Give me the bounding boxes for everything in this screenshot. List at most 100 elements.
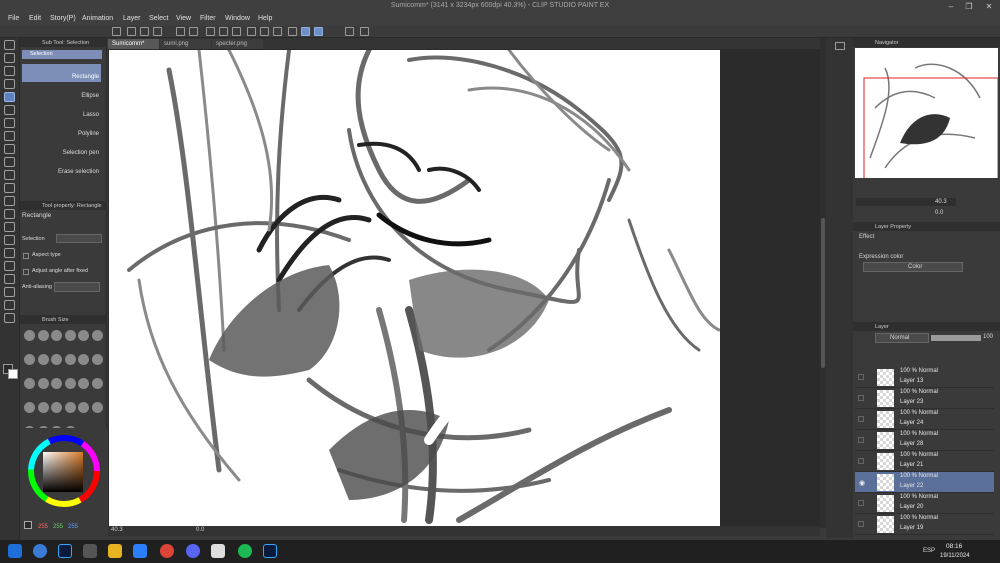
current-color-swatch[interactable]	[24, 521, 32, 529]
fill-icon[interactable]	[273, 27, 282, 36]
subtool-polyline[interactable]: Polyline	[22, 121, 101, 139]
deselect-icon[interactable]	[247, 27, 256, 36]
brush-size-300[interactable]	[51, 402, 62, 413]
transform-icon[interactable]	[219, 27, 228, 36]
ruler-tool-icon[interactable]	[4, 274, 15, 284]
search-icon[interactable]	[33, 544, 47, 558]
selection-mode-buttons[interactable]	[56, 234, 102, 243]
store-icon[interactable]	[133, 544, 147, 558]
subtool-ellipse[interactable]: Ellipse	[22, 83, 101, 101]
menu-layer[interactable]: Layer	[123, 15, 141, 22]
chrome-icon[interactable]	[160, 544, 174, 558]
layer-row[interactable]: 100 % Normal Layer 13	[855, 367, 994, 388]
sub-color-swatch[interactable]	[8, 369, 18, 379]
brush-size-30[interactable]	[51, 354, 62, 365]
menu-window[interactable]: Window	[225, 15, 250, 22]
text-tool-icon[interactable]	[4, 287, 15, 297]
brush-size-15[interactable]	[78, 330, 89, 341]
brush-size-7[interactable]	[24, 330, 35, 341]
minimize-button[interactable]: –	[944, 1, 958, 12]
visibility-toggle[interactable]	[858, 374, 864, 380]
layer-row[interactable]: ◉ 100 % Normal Layer 22	[855, 472, 994, 493]
redo-icon[interactable]	[189, 27, 198, 36]
subtool-lasso[interactable]: Lasso	[22, 102, 101, 120]
close-button[interactable]: ✕	[982, 1, 996, 12]
open-file-icon[interactable]	[140, 27, 149, 36]
brush-size-60[interactable]	[91, 354, 103, 365]
menu-edit[interactable]: Edit	[29, 15, 41, 22]
pen-tool-icon[interactable]	[4, 131, 15, 141]
visibility-toggle[interactable]	[858, 521, 864, 527]
menu-animation[interactable]: Animation	[82, 15, 113, 22]
menu-select[interactable]: Select	[149, 15, 168, 22]
restore-button[interactable]: ❐	[962, 1, 976, 12]
rotation-value[interactable]: 0.0	[196, 527, 204, 533]
tab-sumi[interactable]: sumi.png	[160, 39, 211, 49]
windows-start-icon[interactable]	[8, 544, 22, 558]
invert-selection-icon[interactable]	[260, 27, 269, 36]
brush-size-80[interactable]	[37, 378, 49, 389]
brush-size-40[interactable]	[64, 354, 76, 365]
canvas-area[interactable]	[108, 49, 820, 526]
tab-specter[interactable]: specter.png	[212, 39, 263, 49]
visibility-toggle[interactable]	[858, 416, 864, 422]
snap-ruler-icon[interactable]	[301, 27, 310, 36]
clip-studio-icon[interactable]	[211, 544, 225, 558]
balloon-tool-icon[interactable]	[4, 300, 15, 310]
zoom-tool-icon[interactable]	[4, 40, 15, 50]
discord-icon[interactable]	[186, 544, 200, 558]
eraser-tool-icon[interactable]	[4, 196, 15, 206]
undo-icon[interactable]	[176, 27, 185, 36]
layer-row[interactable]: 100 % Normal Layer 21	[855, 451, 994, 472]
adjust-angle-checkbox[interactable]	[23, 269, 29, 275]
layer-row[interactable]: 100 % Normal Layer 23	[855, 388, 994, 409]
clipboard-icon[interactable]	[345, 27, 354, 36]
brush-size-10[interactable]	[51, 330, 62, 341]
expression-color-select[interactable]: Color	[863, 262, 963, 272]
tab-sumicomm[interactable]: Sumicomm*	[108, 39, 159, 49]
rotate-tool-icon[interactable]	[4, 66, 15, 76]
airbrush-tool-icon[interactable]	[4, 170, 15, 180]
aspect-type-checkbox[interactable]	[23, 253, 29, 259]
settings-icon[interactable]	[360, 27, 369, 36]
clock-time[interactable]: 08:16	[946, 543, 962, 550]
navigator-thumbnail[interactable]	[855, 48, 999, 181]
brush-size-50[interactable]	[78, 354, 89, 365]
photoshop-icon-2[interactable]	[263, 544, 277, 558]
brush-tool-icon[interactable]	[4, 157, 15, 167]
gradient-tool-icon[interactable]	[4, 235, 15, 245]
figure-tool-icon[interactable]	[4, 248, 15, 258]
pencil-tool-icon[interactable]	[4, 144, 15, 154]
clear-icon[interactable]	[206, 27, 215, 36]
hand-tool-icon[interactable]	[4, 53, 15, 63]
eyedropper-tool-icon[interactable]	[4, 118, 15, 128]
brush-size-17[interactable]	[91, 330, 103, 341]
frame-tool-icon[interactable]	[4, 261, 15, 271]
eye-icon[interactable]: ◉	[859, 479, 865, 487]
file-explorer-icon[interactable]	[108, 544, 122, 558]
brush-size-100[interactable]	[51, 378, 62, 389]
layer-row[interactable]: 100 % Normal Layer 24	[855, 409, 994, 430]
correct-line-tool-icon[interactable]	[4, 313, 15, 323]
subtool-erase-selection[interactable]: Erase selection	[22, 159, 101, 177]
brush-size-12[interactable]	[64, 330, 76, 341]
save-icon[interactable]	[153, 27, 162, 36]
decoration-tool-icon[interactable]	[4, 183, 15, 193]
layer-row[interactable]: 100 % Normal Layer 28	[855, 430, 994, 451]
visibility-toggle[interactable]	[858, 437, 864, 443]
camera-icon[interactable]	[835, 42, 845, 50]
sub-tool-group-tab[interactable]: Selection	[22, 50, 102, 59]
menu-file[interactable]: File	[8, 15, 19, 22]
brush-size-200[interactable]	[24, 402, 35, 413]
photoshop-icon[interactable]	[58, 544, 72, 558]
clock-date[interactable]: 19/11/2024	[940, 553, 970, 559]
subtool-rectangle[interactable]: Rectangle	[22, 64, 101, 82]
brush-size-250[interactable]	[37, 402, 49, 413]
menu-filter[interactable]: Filter	[200, 15, 216, 22]
subtool-selection-pen[interactable]: Selection pen	[22, 140, 101, 158]
brush-size-20[interactable]	[24, 354, 35, 365]
auto-select-tool-icon[interactable]	[4, 105, 15, 115]
new-file-icon[interactable]	[127, 27, 136, 36]
fill-tool-icon[interactable]	[4, 222, 15, 232]
visibility-toggle[interactable]	[858, 458, 864, 464]
